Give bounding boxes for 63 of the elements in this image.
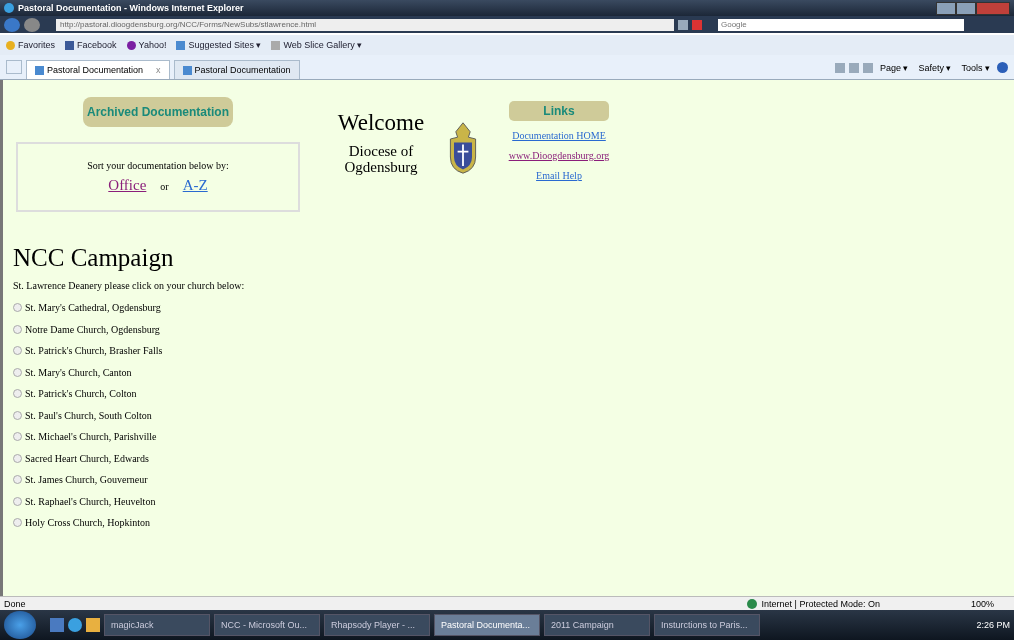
church-option-label[interactable]: Holy Cross Church, Hopkinton	[25, 517, 150, 529]
radio-button[interactable]	[13, 346, 22, 356]
taskbar-button[interactable]: magicJack	[104, 614, 210, 636]
radio-button[interactable]	[13, 475, 22, 485]
sidebar-link[interactable]: Documentation HOME	[512, 130, 606, 141]
command-menu[interactable]: Tools ▾	[958, 63, 993, 73]
radio-button[interactable]	[13, 518, 22, 528]
close-button[interactable]	[976, 1, 1010, 15]
clock-text: 2:26 PM	[976, 620, 1010, 630]
sidebar-link[interactable]: www.Dioogdensburg.org	[508, 150, 610, 161]
favorites-item[interactable]: Suggested Sites ▾	[176, 40, 262, 50]
sidebar-link[interactable]: Email Help	[536, 170, 582, 181]
church-option-label[interactable]: St. Raphael's Church, Heuvelton	[25, 495, 156, 507]
favorites-item[interactable]: Web Slice Gallery ▾	[271, 40, 363, 50]
taskbar-button[interactable]: NCC - Microsoft Ou...	[214, 614, 320, 636]
church-option-label[interactable]: St. Michael's Church, Parishville	[25, 431, 157, 443]
forward-button[interactable]	[24, 17, 40, 32]
status-text: Done	[4, 598, 26, 609]
security-zone-text: Internet | Protected Mode: On	[761, 598, 880, 609]
church-option-label[interactable]: St. Paul's Church, South Colton	[25, 409, 152, 421]
church-option-label[interactable]: Sacred Heart Church, Edwards	[25, 452, 149, 464]
window-title: Pastoral Documentation - Windows Internet Explorer	[18, 3, 244, 13]
taskbar-button[interactable]: Rhapsody Player - ...	[324, 614, 430, 636]
church-option-label[interactable]: Notre Dame Church, Ogdensburg	[25, 323, 160, 335]
radio-button[interactable]	[13, 303, 22, 313]
command-menu[interactable]: Safety ▾	[915, 63, 955, 73]
office-link[interactable]: Office	[108, 177, 147, 194]
browser-tab[interactable]: Pastoral Documentation x	[26, 60, 170, 79]
favorites-item[interactable]: Yahoo!	[126, 40, 167, 50]
radio-button[interactable]	[13, 324, 22, 334]
taskbar-button[interactable]: 2011 Campaign	[544, 614, 650, 636]
back-button[interactable]	[4, 17, 20, 32]
sort-instruction: Sort your documentation below by:	[87, 160, 229, 171]
church-option-label[interactable]: St. James Church, Gouverneur	[25, 474, 148, 486]
maximize-button[interactable]	[956, 1, 976, 15]
taskbar-button[interactable]: Insturctions to Paris...	[654, 614, 760, 636]
address-field[interactable]: http://pastoral.dioogdensburg.org/NCC/Forms/NewSubs/stlawrence.html	[56, 18, 674, 31]
instruction-text: St. Lawrence Deanery please click on your church below:	[13, 280, 246, 291]
radio-button[interactable]	[13, 410, 22, 420]
welcome-heading: Welcome	[336, 110, 426, 136]
church-option-label[interactable]: St. Mary's Church, Canton	[25, 366, 132, 378]
diocese-name: Diocese of Ogdensburg	[343, 144, 419, 176]
radio-button[interactable]	[13, 367, 22, 377]
globe-icon	[746, 598, 757, 609]
zoom-button[interactable]: 100%	[964, 597, 1000, 610]
taskbar-button[interactable]: Pastoral Documenta...	[434, 614, 540, 636]
church-option-label[interactable]: St. Mary's Cathedral, Ogdensburg	[25, 302, 161, 314]
start-button[interactable]	[4, 611, 36, 639]
radio-button[interactable]	[13, 432, 22, 442]
command-menu[interactable]: Page ▾	[876, 63, 912, 73]
church-option-label[interactable]: St. Patrick's Church, Brasher Falls	[25, 345, 163, 357]
a-z-link[interactable]: A-Z	[182, 177, 208, 194]
or-text: or	[160, 181, 169, 192]
page-heading: NCC Campaign	[13, 244, 175, 272]
church-option-label[interactable]: St. Patrick's Church, Colton	[25, 388, 137, 400]
browser-tab[interactable]: Pastoral Documentation	[173, 60, 300, 79]
minimize-button[interactable]	[936, 1, 956, 15]
search-field[interactable]: Google	[718, 18, 964, 31]
radio-button[interactable]	[13, 496, 22, 506]
favorites-item[interactable]: Facebook	[65, 40, 117, 50]
radio-button[interactable]	[13, 453, 22, 463]
favorites-item[interactable]: Favorites	[6, 40, 55, 50]
radio-button[interactable]	[13, 389, 22, 399]
